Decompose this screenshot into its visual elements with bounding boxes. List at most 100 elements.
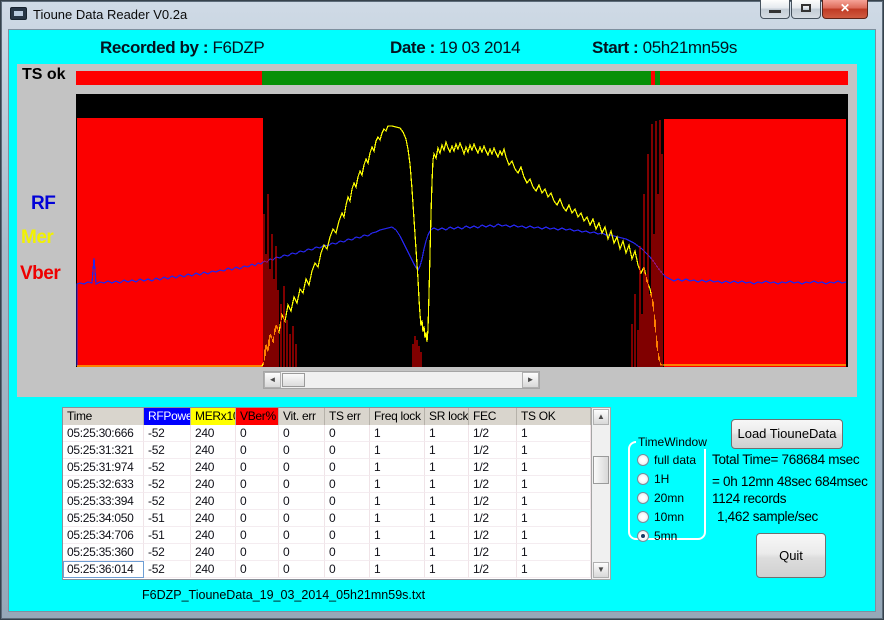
table-cell[interactable]: 0	[325, 561, 370, 578]
table-cell[interactable]: 0	[279, 561, 325, 578]
title-bar[interactable]: Tioune Data Reader V0.2a ✕	[0, 0, 884, 28]
table-cell[interactable]: 240	[191, 510, 236, 527]
column-header-rfpower[interactable]: RFPower	[144, 408, 191, 425]
table-cell[interactable]: 1/2	[469, 476, 517, 493]
table-cell[interactable]: 1	[425, 425, 469, 442]
table-cell[interactable]: 0	[325, 544, 370, 561]
table-cell[interactable]: 0	[325, 442, 370, 459]
table-cell[interactable]: 1	[517, 510, 591, 527]
table-cell[interactable]: 1/2	[469, 493, 517, 510]
table-cell[interactable]: 0	[325, 476, 370, 493]
scroll-left-button[interactable]: ◄	[264, 372, 281, 388]
table-cell[interactable]: 0	[279, 442, 325, 459]
table-cell[interactable]: -51	[144, 527, 191, 544]
table-cell[interactable]: 0	[236, 442, 279, 459]
table-cell[interactable]: 1	[425, 561, 469, 578]
table-cell[interactable]: 1	[517, 476, 591, 493]
table-cell[interactable]: 240	[191, 459, 236, 476]
table-cell[interactable]: 1/2	[469, 459, 517, 476]
table-cell[interactable]: 1	[517, 561, 591, 578]
table-cell[interactable]: 0	[279, 459, 325, 476]
table-cell[interactable]: 0	[236, 527, 279, 544]
scroll-right-button[interactable]: ►	[522, 372, 539, 388]
radio-option-10mn[interactable]: 10mn	[637, 509, 684, 525]
table-cell[interactable]: 0	[236, 476, 279, 493]
table-row[interactable]: 05:25:34:050-51240000111/21	[63, 510, 591, 527]
table-cell[interactable]: 0	[236, 459, 279, 476]
table-cell[interactable]: 05:25:30:666	[63, 425, 144, 442]
table-cell[interactable]: 1	[370, 442, 425, 459]
load-tiounedata-button[interactable]: Load TiouneData	[731, 419, 843, 449]
table-cell[interactable]: 1/2	[469, 561, 517, 578]
table-row[interactable]: 05:25:33:394-52240000111/21	[63, 493, 591, 510]
table-cell[interactable]: -52	[144, 442, 191, 459]
table-cell[interactable]: -52	[144, 493, 191, 510]
radio-option-full-data[interactable]: full data	[637, 452, 696, 468]
table-cell[interactable]: 1	[370, 476, 425, 493]
table-cell[interactable]: 1	[370, 493, 425, 510]
table-cell[interactable]: 0	[325, 459, 370, 476]
table-cell[interactable]: 0	[325, 510, 370, 527]
table-row[interactable]: 05:25:31:974-52240000111/21	[63, 459, 591, 476]
table-cell[interactable]: 1/2	[469, 527, 517, 544]
table-cell[interactable]: 0	[279, 425, 325, 442]
table-cell[interactable]: -52	[144, 561, 191, 578]
table-cell[interactable]: 1	[425, 544, 469, 561]
table-cell[interactable]: 1	[517, 442, 591, 459]
table-row[interactable]: 05:25:30:666-52240000111/21	[63, 425, 591, 442]
table-cell[interactable]: 1	[370, 561, 425, 578]
table-cell[interactable]: -51	[144, 510, 191, 527]
radio-option-5mn[interactable]: 5mn	[637, 528, 677, 544]
table-cell[interactable]: 1	[425, 493, 469, 510]
radio-button-icon[interactable]	[637, 511, 649, 523]
table-vertical-scrollbar[interactable]: ▲ ▼	[591, 407, 611, 580]
column-header-freq-lock[interactable]: Freq lock	[370, 408, 425, 425]
scroll-thumb[interactable]	[282, 373, 305, 387]
quit-button[interactable]: Quit	[756, 533, 826, 578]
table-cell[interactable]: 240	[191, 476, 236, 493]
table-cell[interactable]: 1/2	[469, 544, 517, 561]
table-cell[interactable]: 1	[517, 425, 591, 442]
column-header-vit-err[interactable]: Vit. err	[279, 408, 325, 425]
table-cell[interactable]: 240	[191, 527, 236, 544]
close-button[interactable]: ✕	[822, 0, 868, 19]
table-cell[interactable]: 1/2	[469, 510, 517, 527]
table-cell[interactable]: 05:25:32:633	[63, 476, 144, 493]
table-cell[interactable]: 05:25:35:360	[63, 544, 144, 561]
table-cell[interactable]: 0	[279, 493, 325, 510]
table-cell[interactable]: 0	[236, 544, 279, 561]
table-cell[interactable]: -52	[144, 425, 191, 442]
table-cell[interactable]: 1	[370, 544, 425, 561]
table-cell[interactable]: 05:25:36:014	[63, 561, 144, 578]
column-header-time[interactable]: Time	[63, 408, 144, 425]
table-cell[interactable]: 05:25:33:394	[63, 493, 144, 510]
table-cell[interactable]: 1	[425, 527, 469, 544]
table-cell[interactable]: 1	[370, 425, 425, 442]
minimize-button[interactable]	[760, 0, 790, 19]
table-cell[interactable]: 240	[191, 561, 236, 578]
table-cell[interactable]: 05:25:31:321	[63, 442, 144, 459]
table-row[interactable]: 05:25:36:014-52240000111/21	[63, 561, 591, 578]
table-cell[interactable]: 0	[279, 544, 325, 561]
table-cell[interactable]: 1/2	[469, 442, 517, 459]
table-cell[interactable]: 240	[191, 425, 236, 442]
column-header-ts-ok[interactable]: TS OK	[517, 408, 591, 425]
table-cell[interactable]: 0	[279, 510, 325, 527]
table-cell[interactable]: 0	[236, 493, 279, 510]
table-scroll-down-button[interactable]: ▼	[593, 562, 609, 578]
table-cell[interactable]: 240	[191, 544, 236, 561]
maximize-button[interactable]	[791, 0, 821, 19]
table-cell[interactable]: 1/2	[469, 425, 517, 442]
table-scroll-thumb[interactable]	[593, 456, 609, 484]
table-cell[interactable]: 240	[191, 442, 236, 459]
table-cell[interactable]: -52	[144, 476, 191, 493]
column-header-sr-lock[interactable]: SR lock	[425, 408, 469, 425]
table-row[interactable]: 05:25:32:633-52240000111/21	[63, 476, 591, 493]
chart-horizontal-scrollbar[interactable]: ◄ ►	[263, 371, 540, 389]
table-cell[interactable]: 1	[370, 459, 425, 476]
table-cell[interactable]: 0	[325, 425, 370, 442]
table-cell[interactable]: 1	[425, 510, 469, 527]
table-cell[interactable]: 0	[325, 527, 370, 544]
data-table[interactable]: TimeRFPowerMERx10VBer%Vit. errTS errFreq…	[62, 407, 592, 580]
table-cell[interactable]: 0	[279, 476, 325, 493]
